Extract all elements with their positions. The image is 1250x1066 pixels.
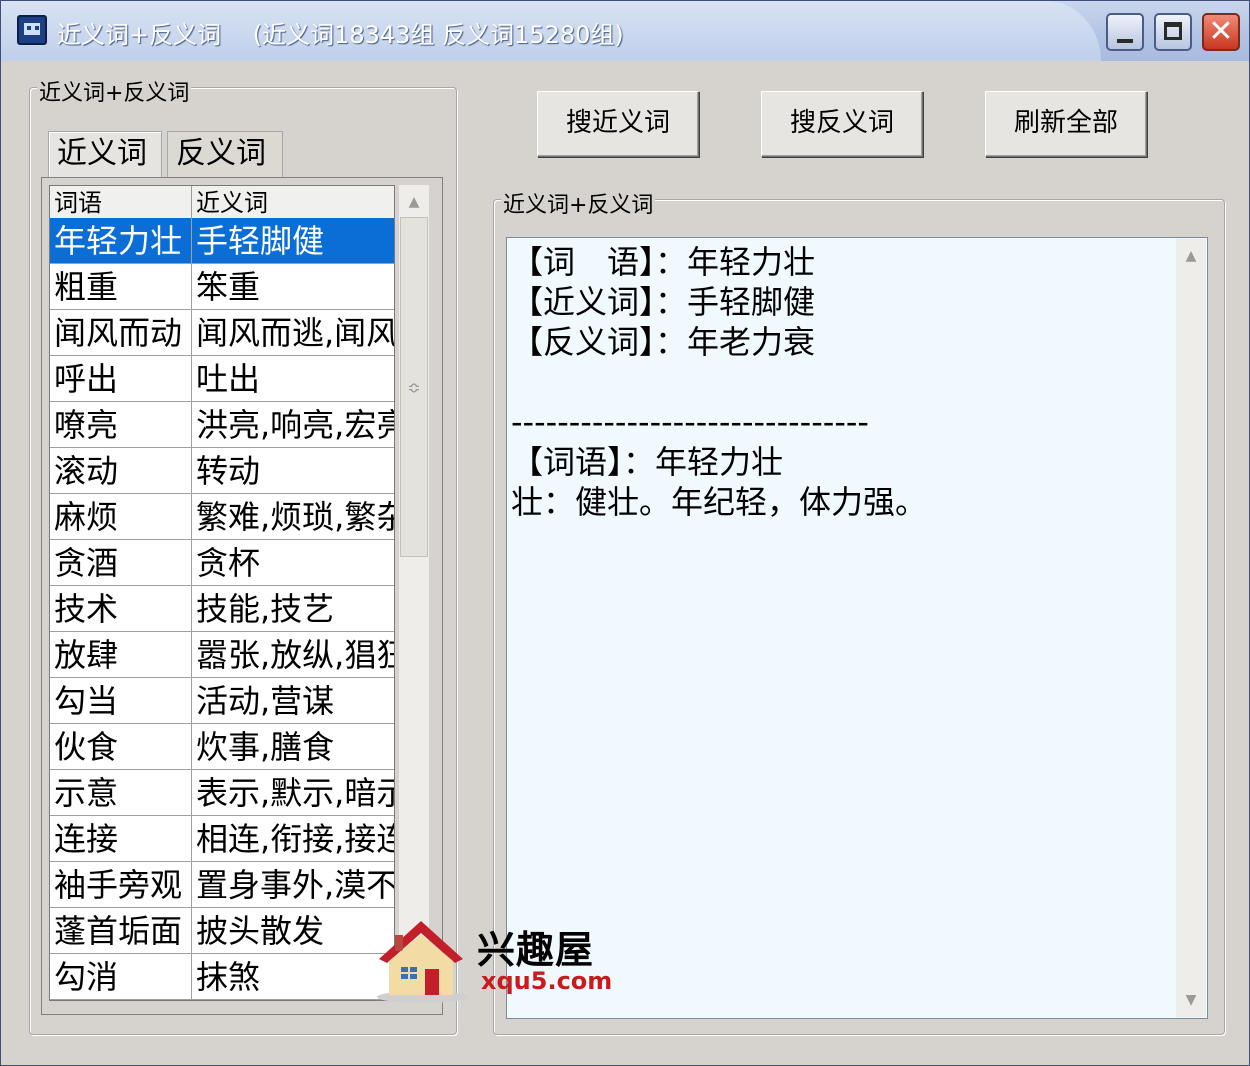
window-title: 近义词+反义词 (近义词18343组 反义词15280组) [57, 21, 624, 49]
list-item[interactable]: 嘹亮 洪亮,响亮,宏亮 [50, 402, 395, 448]
list-item-word: 袖手旁观 [50, 862, 192, 907]
list-item[interactable]: 技术 技能,技艺 [50, 586, 394, 632]
house-logo-icon [377, 921, 469, 1003]
right-groupbox-label: 近义词+反义词 [501, 187, 656, 219]
column-header-word[interactable]: 词语 [50, 186, 192, 218]
maximize-icon [1164, 22, 1182, 40]
list-item-synonym: 炊事,膳食 [196, 728, 335, 766]
list-item-word: 示意 [50, 770, 192, 815]
list-item[interactable]: 麻烦 繁难,烦琐,繁杂 [50, 494, 395, 540]
list-item-word: 勾当 [50, 678, 192, 723]
list-scrollbar[interactable]: ▲ ≎ [399, 185, 429, 1001]
list-item-word: 呼出 [50, 356, 192, 401]
list-item[interactable]: 连接 相连,衔接,接连 [50, 816, 395, 862]
list-item-word: 放肆 [50, 632, 192, 677]
list-item-word: 蓬首垢面 [50, 908, 192, 953]
list-item-synonym: 贪杯 [196, 544, 261, 582]
list-item[interactable]: 伙食 炊事,膳食 [50, 724, 394, 770]
list-item[interactable]: 放肆 嚣张,放纵,猖狂 [50, 632, 395, 678]
tab-synonym[interactable]: 近义词 [48, 131, 162, 177]
list-item-word: 勾消 [50, 954, 192, 999]
detail-text: 【词 语】：年轻力壮 【近义词】：手轻脚健 【反义词】：年老力衰 -------… [511, 243, 928, 521]
watermark-logo: 兴趣屋 xqu5.com [371, 913, 613, 1005]
list-item-synonym: 技能,技艺 [196, 590, 335, 628]
list-item-word: 贪酒 [50, 540, 192, 585]
minimize-icon [1117, 39, 1133, 43]
list-item-synonym: 吐出 [196, 360, 261, 398]
list-item-synonym: 置身事外,漠不 [196, 866, 395, 904]
app-window: 近义词+反义词 (近义词18343组 反义词15280组) ✕ 近义词+反义词 … [0, 0, 1250, 1066]
title-bar[interactable]: 近义词+反义词 (近义词18343组 反义词15280组) ✕ [1, 1, 1249, 61]
search-synonym-button[interactable]: 搜近义词 [537, 91, 699, 157]
maximize-button[interactable] [1154, 13, 1192, 51]
list-item[interactable]: 呼出 吐出 [50, 356, 394, 402]
list-item-synonym: 抹煞 [196, 958, 261, 996]
tab-antonym[interactable]: 反义词 [167, 131, 283, 177]
list-item-word: 粗重 [50, 264, 192, 309]
scroll-down-icon[interactable]: ▼ [1176, 985, 1206, 1015]
list-item-word: 麻烦 [50, 494, 192, 539]
list-item-word: 滚动 [50, 448, 192, 493]
list-item-synonym: 繁难,烦琐,繁杂 [196, 498, 395, 536]
scroll-up-icon[interactable]: ▲ [399, 187, 429, 217]
word-list[interactable]: 词语 近义词 年轻力壮 手轻脚健 粗重 笨重 闻风而动 闻风而逃,闻风 呼出 吐出 嘹亮 洪亮,响… [49, 185, 395, 1001]
list-item[interactable]: 滚动 转动 [50, 448, 394, 494]
list-item-synonym: 转动 [196, 452, 261, 490]
list-item-synonym: 披头散发 [196, 912, 325, 950]
list-item[interactable]: 示意 表示,默示,暗示 [50, 770, 395, 816]
list-item-synonym: 表示,默示,暗示 [196, 774, 395, 812]
watermark-title: 兴趣屋 [477, 928, 595, 972]
list-item-synonym: 洪亮,响亮,宏亮 [196, 406, 395, 444]
scroll-up-icon[interactable]: ▲ [1176, 241, 1206, 271]
list-item[interactable]: 粗重 笨重 [50, 264, 394, 310]
list-header: 词语 近义词 [50, 186, 394, 219]
list-item[interactable]: 勾当 活动,营谋 [50, 678, 394, 724]
list-item-word: 连接 [50, 816, 192, 861]
left-groupbox-label: 近义词+反义词 [37, 75, 192, 107]
list-item-word: 闻风而动 [50, 310, 192, 355]
watermark-url: xqu5.com [481, 967, 613, 995]
list-item-synonym: 笨重 [196, 268, 261, 306]
list-item-word: 年轻力壮 [50, 218, 192, 263]
column-header-synonym[interactable]: 近义词 [192, 186, 394, 218]
list-item[interactable]: 贪酒 贪杯 [50, 540, 394, 586]
refresh-all-button[interactable]: 刷新全部 [985, 91, 1147, 157]
list-item-word: 伙食 [50, 724, 192, 769]
list-item[interactable]: 袖手旁观 置身事外,漠不 [50, 862, 395, 908]
list-item[interactable]: 勾消 抹煞 [50, 954, 394, 1000]
detail-scrollbar[interactable]: ▲ ▼ [1176, 239, 1206, 1017]
list-rows: 年轻力壮 手轻脚健 粗重 笨重 闻风而动 闻风而逃,闻风 呼出 吐出 嘹亮 洪亮,响亮,宏亮 滚动转… [50, 218, 395, 1000]
scroll-thumb[interactable]: ≎ [400, 217, 428, 557]
app-icon[interactable] [17, 15, 47, 45]
list-item-word: 嘹亮 [50, 402, 192, 447]
list-item[interactable]: 闻风而动 闻风而逃,闻风 [50, 310, 395, 356]
detail-textarea[interactable]: 【词 语】：年轻力壮 【近义词】：手轻脚健 【反义词】：年老力衰 -------… [506, 237, 1208, 1019]
list-item-synonym: 相连,衔接,接连 [196, 820, 395, 858]
minimize-button[interactable] [1106, 13, 1144, 51]
list-item-synonym: 闻风而逃,闻风 [196, 314, 395, 352]
search-antonym-button[interactable]: 搜反义词 [761, 91, 923, 157]
list-item[interactable]: 年轻力壮 手轻脚健 [50, 218, 394, 264]
close-icon: ✕ [1208, 14, 1234, 49]
list-item-synonym: 活动,营谋 [196, 682, 335, 720]
list-item-synonym: 嚣张,放纵,猖狂 [196, 636, 395, 674]
list-item[interactable]: 蓬首垢面 披头散发 [50, 908, 394, 954]
list-item-synonym: 手轻脚健 [196, 222, 325, 260]
list-item-word: 技术 [50, 586, 192, 631]
close-button[interactable]: ✕ [1202, 13, 1240, 51]
